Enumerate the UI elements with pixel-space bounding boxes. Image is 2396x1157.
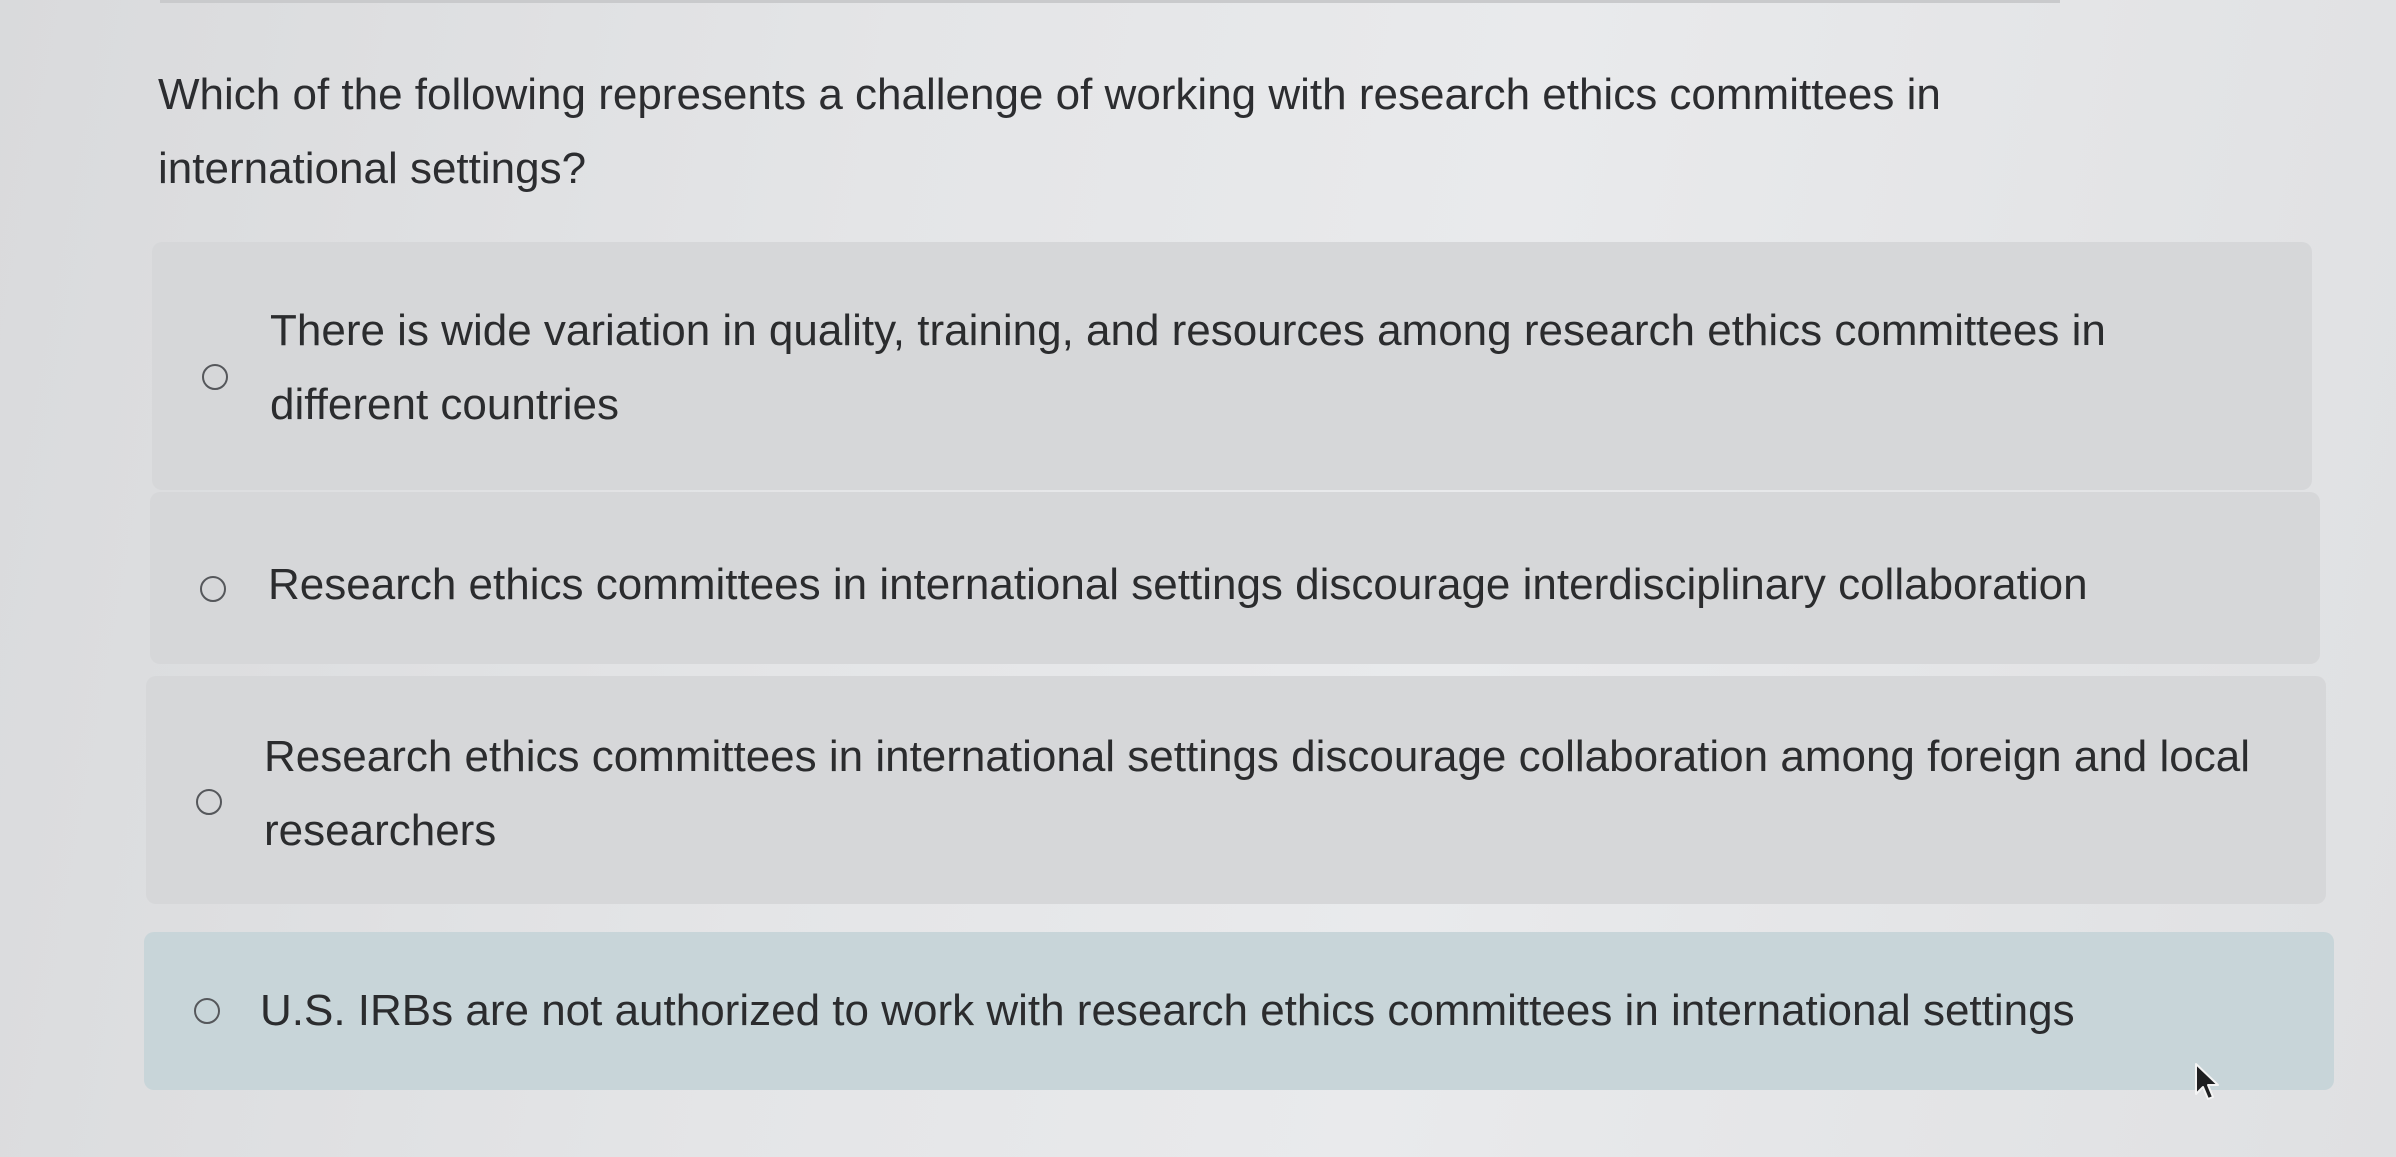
answer-option-1[interactable]: There is wide variation in quality, trai… [152,242,2312,490]
answer-option-3-label: Research ethics committees in internatio… [264,732,2250,855]
radio-unchecked-icon[interactable] [196,789,222,815]
answer-option-3[interactable]: Research ethics committees in internatio… [146,676,2326,904]
answer-option-1-label: There is wide variation in quality, trai… [270,306,2106,429]
answer-option-4[interactable]: U.S. IRBs are not authorized to work wit… [144,932,2334,1090]
question-text: Which of the following represents a chal… [158,70,1941,193]
radio-unchecked-icon[interactable] [200,576,226,602]
mouse-pointer-icon [2195,1063,2219,1100]
answer-option-2-label: Research ethics committees in internatio… [268,560,2088,609]
radio-unchecked-icon[interactable] [202,364,228,390]
radio-unchecked-icon[interactable] [194,998,220,1024]
answer-option-2[interactable]: Research ethics committees in internatio… [150,492,2320,664]
top-divider [160,0,2060,3]
answer-option-4-label: U.S. IRBs are not authorized to work wit… [260,986,2075,1035]
